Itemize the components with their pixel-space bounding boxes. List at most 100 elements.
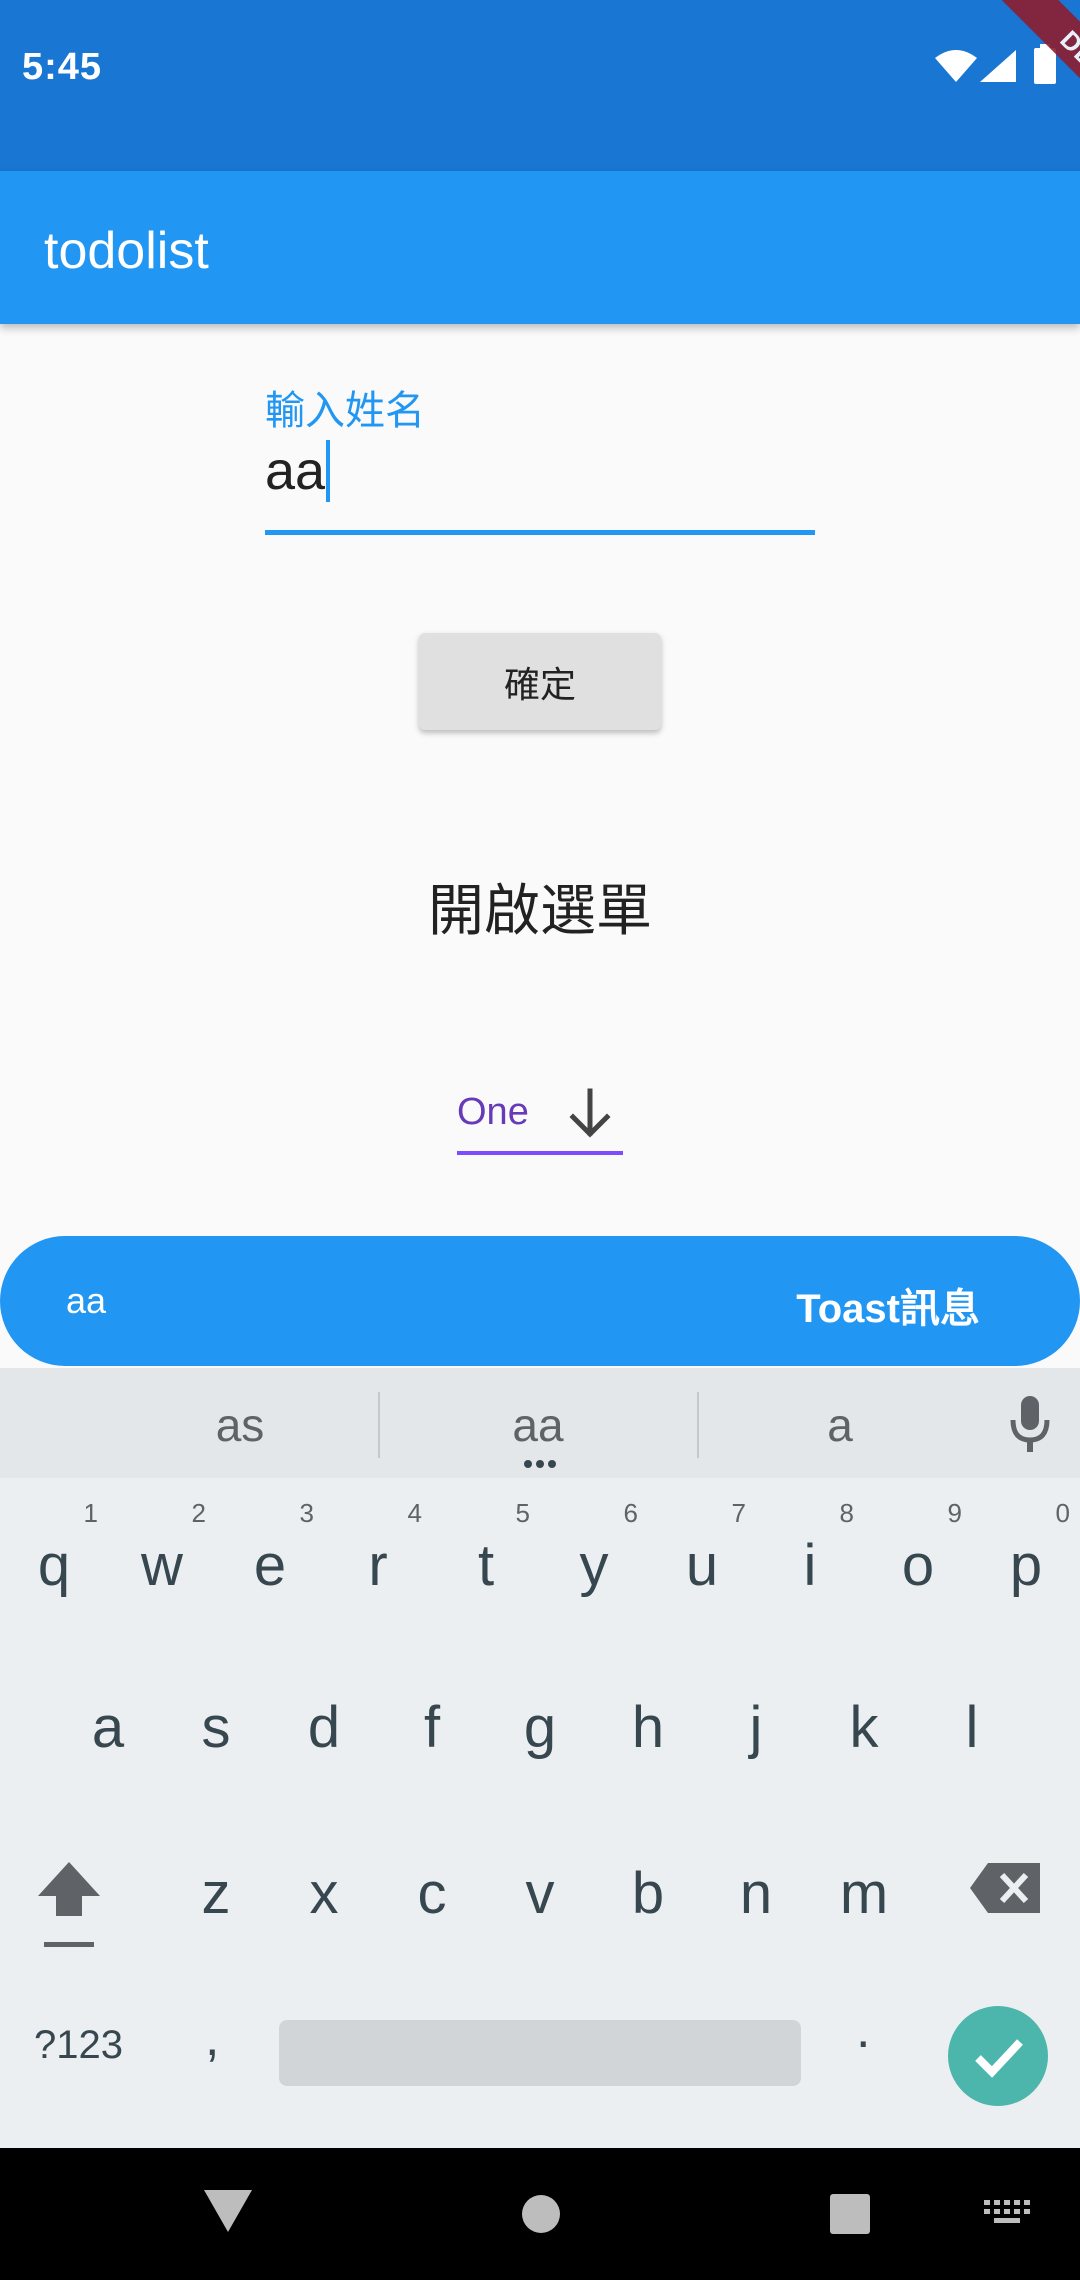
home-icon[interactable] <box>521 2194 561 2234</box>
keyboard-switch-icon[interactable] <box>984 2200 1030 2228</box>
soft-keyboard: as aa a 1q 2w 3e 4r 5t 6y 7u 8i 9o 0p a … <box>0 1368 1080 2148</box>
key-char: s <box>201 1695 231 1760</box>
key-w[interactable]: 2w <box>110 1498 214 1608</box>
key-v[interactable]: v <box>488 1826 592 1936</box>
back-icon[interactable] <box>204 2190 252 2232</box>
space-key[interactable] <box>279 2020 801 2086</box>
key-char: e <box>253 1533 287 1598</box>
key-char: t <box>477 1533 495 1598</box>
check-icon <box>975 2039 1023 2078</box>
app-title: todolist <box>44 222 209 280</box>
key-char: c <box>417 1861 447 1926</box>
debug-banner: DEBUG <box>900 0 1080 190</box>
backspace-icon[interactable] <box>970 1863 1040 1913</box>
more-suggestions-icon <box>520 1456 560 1468</box>
key-s[interactable]: s <box>164 1660 268 1770</box>
key-digit: 0 <box>1055 1498 1070 1528</box>
shift-icon[interactable] <box>36 1858 102 1948</box>
suggestion-item[interactable]: a <box>690 1398 990 1452</box>
key-b[interactable]: b <box>596 1826 700 1936</box>
key-i[interactable]: 8i <box>758 1498 862 1608</box>
key-char: p <box>1009 1533 1043 1598</box>
microphone-icon[interactable] <box>1010 1396 1050 1454</box>
key-char: d <box>307 1695 341 1760</box>
name-input-underline <box>265 530 815 535</box>
enter-key[interactable] <box>948 2006 1048 2106</box>
dropdown-underline <box>457 1151 623 1155</box>
key-l[interactable]: l <box>920 1660 1024 1770</box>
suggestion-item[interactable]: as <box>90 1398 390 1452</box>
key-char: y <box>579 1533 609 1598</box>
key-p[interactable]: 0p <box>974 1498 1078 1608</box>
key-char: j <box>749 1695 763 1760</box>
key-char: z <box>201 1861 231 1926</box>
key-o[interactable]: 9o <box>866 1498 970 1608</box>
debug-label: DEBUG <box>1001 0 1080 169</box>
key-digit: 1 <box>83 1498 98 1528</box>
key-char: g <box>523 1695 557 1760</box>
comma-key[interactable]: , <box>205 2008 219 2068</box>
recents-icon[interactable] <box>830 2194 870 2234</box>
key-m[interactable]: m <box>812 1826 916 1936</box>
key-digit: 5 <box>515 1498 530 1528</box>
toast-message: aa Toast訊息 <box>0 1236 1080 1366</box>
key-e[interactable]: 3e <box>218 1498 322 1608</box>
key-d[interactable]: d <box>272 1660 376 1770</box>
key-char: r <box>368 1533 388 1598</box>
symbols-key[interactable]: ?123 <box>34 2023 123 2068</box>
key-x[interactable]: x <box>272 1826 376 1936</box>
key-j[interactable]: j <box>704 1660 808 1770</box>
key-h[interactable]: h <box>596 1660 700 1770</box>
key-char: k <box>849 1695 879 1760</box>
key-char: u <box>685 1533 719 1598</box>
key-n[interactable]: n <box>704 1826 808 1936</box>
key-char: b <box>631 1861 665 1926</box>
confirm-button[interactable]: 確定 <box>419 633 661 730</box>
key-digit: 9 <box>947 1498 962 1528</box>
key-a[interactable]: a <box>56 1660 160 1770</box>
toast-title: Toast訊息 <box>796 1287 980 1331</box>
key-digit: 2 <box>191 1498 206 1528</box>
app-bar: todolist <box>0 171 1080 324</box>
toast-text: aa <box>66 1280 107 1321</box>
name-input[interactable]: aa <box>265 440 325 502</box>
period-key[interactable]: . <box>856 2000 870 2060</box>
key-char: i <box>803 1533 817 1598</box>
suggestion-divider <box>378 1392 380 1458</box>
status-bar: 5:45 DEBUG <box>0 0 1080 171</box>
key-digit: 8 <box>839 1498 854 1528</box>
dropdown-value: One <box>457 1091 529 1133</box>
key-k[interactable]: k <box>812 1660 916 1770</box>
key-char: m <box>839 1861 889 1926</box>
key-char: h <box>631 1695 665 1760</box>
status-time: 5:45 <box>22 46 103 88</box>
navigation-bar <box>0 2148 1080 2280</box>
key-digit: 3 <box>299 1498 314 1528</box>
key-char: f <box>423 1695 441 1760</box>
key-digit: 4 <box>407 1498 422 1528</box>
key-c[interactable]: c <box>380 1826 484 1936</box>
dropdown-select[interactable]: One <box>457 1085 623 1159</box>
key-char: w <box>141 1533 183 1598</box>
suggestion-item[interactable]: aa <box>388 1398 688 1452</box>
key-q[interactable]: 1q <box>2 1498 106 1608</box>
key-u[interactable]: 7u <box>650 1498 754 1608</box>
key-r[interactable]: 4r <box>326 1498 430 1608</box>
key-y[interactable]: 6y <box>542 1498 646 1608</box>
key-char: x <box>309 1861 339 1926</box>
key-digit: 7 <box>731 1498 746 1528</box>
key-char: o <box>901 1533 935 1598</box>
open-menu-text[interactable]: 開啟選單 <box>0 866 1080 947</box>
key-z[interactable]: z <box>164 1826 268 1936</box>
key-t[interactable]: 5t <box>434 1498 538 1608</box>
key-char: a <box>91 1695 125 1760</box>
name-field-label: 輸入姓名 <box>265 389 425 433</box>
key-char: l <box>965 1695 979 1760</box>
key-f[interactable]: f <box>380 1660 484 1770</box>
key-char: q <box>37 1533 71 1598</box>
arrow-down-icon <box>569 1088 611 1138</box>
key-char: n <box>739 1861 773 1926</box>
key-digit: 6 <box>623 1498 638 1528</box>
suggestion-bar: as aa a <box>0 1368 1080 1478</box>
key-g[interactable]: g <box>488 1660 592 1770</box>
